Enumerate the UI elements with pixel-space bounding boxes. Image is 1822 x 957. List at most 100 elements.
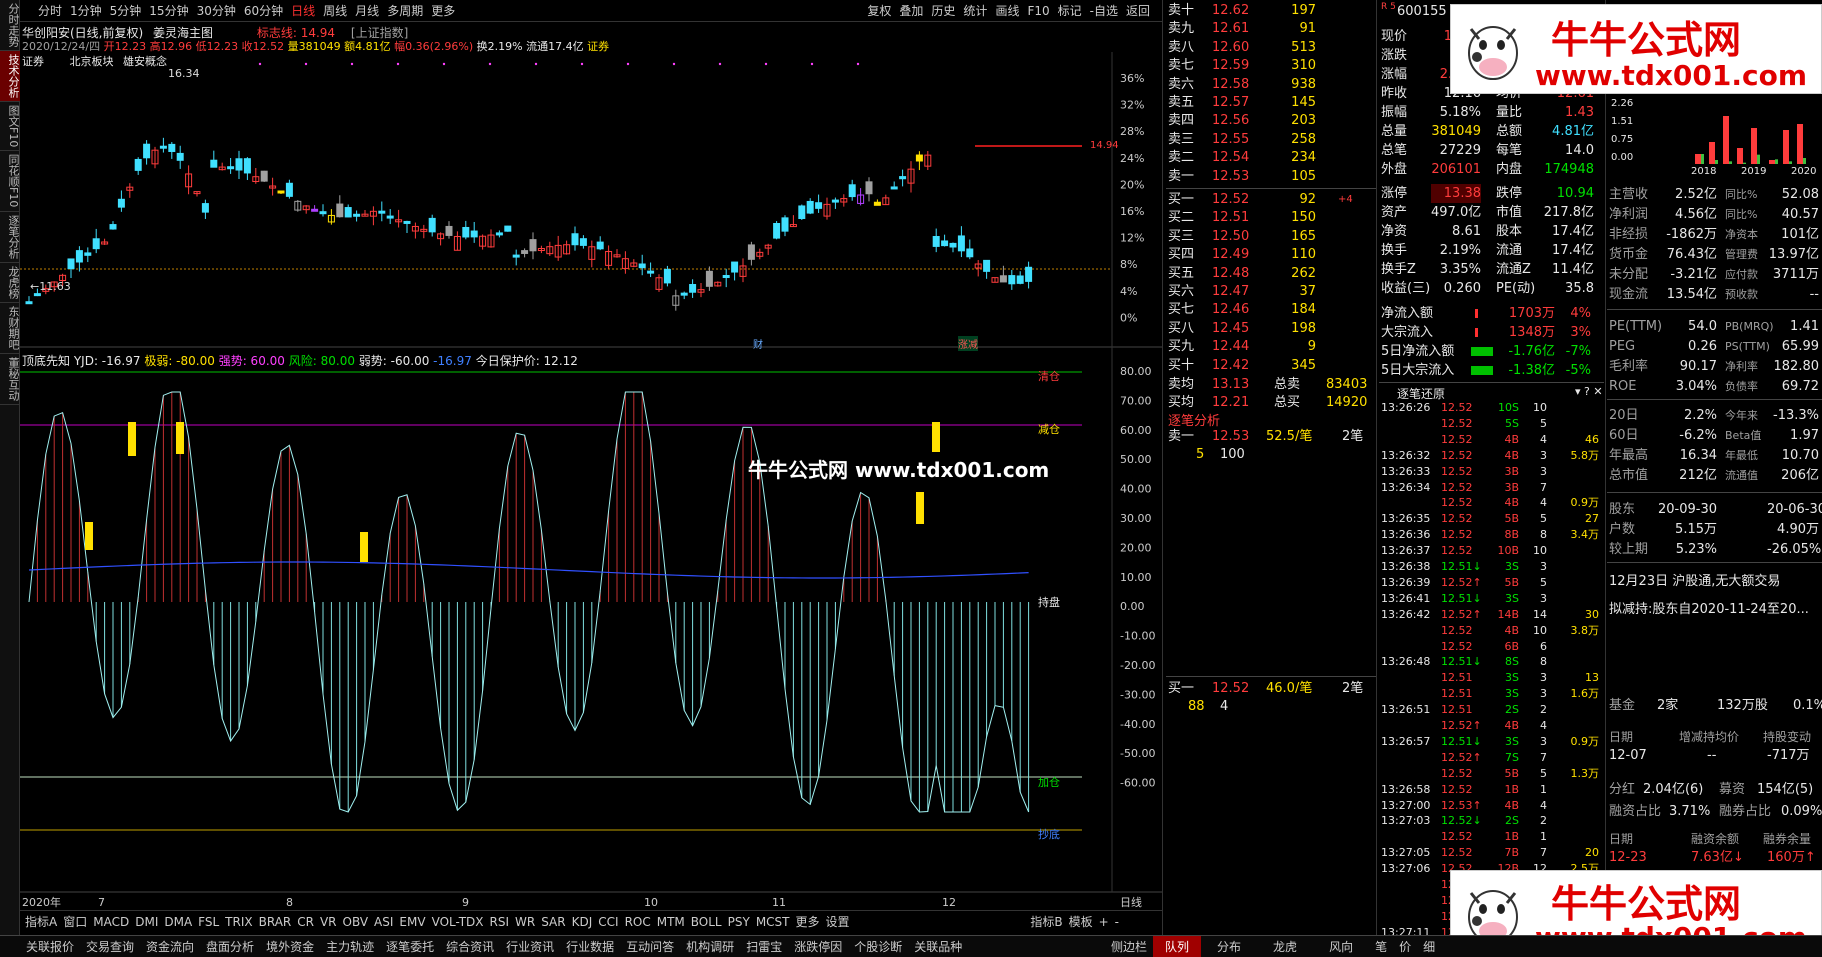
indicator-tab-12[interactable]: EMV xyxy=(396,911,428,933)
indicator-tab-right-2[interactable]: + xyxy=(1096,911,1112,933)
fin-label: ROE xyxy=(1609,379,1637,394)
indicator-tab-9[interactable]: VR xyxy=(317,911,340,933)
bottom-tab-7[interactable]: 综合资讯 xyxy=(440,936,500,957)
chart-area[interactable]: 华创阳安(日线,前复权) 姜灵海主图 标志线: 14.94 [上证指数] 202… xyxy=(20,22,1162,910)
period-tab-10[interactable]: 更多 xyxy=(427,0,459,22)
panel-menu-icon[interactable]: ▾ ? ✕ xyxy=(1575,385,1603,398)
bottom-right-tab-7[interactable]: 细 xyxy=(1417,936,1441,957)
right-price-label: 14.94 xyxy=(1090,140,1119,151)
left-tab-2[interactable]: 图文F10 xyxy=(0,102,20,152)
indicator-tab-7[interactable]: BRAR xyxy=(256,911,295,933)
indicator-tab-5[interactable]: FSL xyxy=(195,911,222,933)
indicator-tab-14[interactable]: RSI xyxy=(487,911,513,933)
buy-level: 买二 xyxy=(1168,210,1195,226)
indicator-tab-1[interactable]: 窗口 xyxy=(60,911,90,933)
tool-button-8[interactable]: 返回 xyxy=(1122,0,1154,22)
indicator-tab-8[interactable]: CR xyxy=(294,911,317,933)
tick-agg: 30 xyxy=(1585,607,1599,621)
indicator-tab-2[interactable]: MACD xyxy=(90,911,132,933)
bottom-tab-0[interactable]: 关联报价 xyxy=(20,936,80,957)
indicator-tab-right-0[interactable]: 指标B xyxy=(1027,911,1065,933)
buy-price: 12.50 xyxy=(1212,228,1250,244)
left-tab-7[interactable]: 董秘互动 xyxy=(0,354,20,405)
bottom-right-tab-0[interactable]: 侧边栏 xyxy=(1105,936,1153,957)
indicator-tab-21[interactable]: BOLL xyxy=(688,911,725,933)
fin-value: -6.2% xyxy=(1679,428,1717,443)
bottom-tab-8[interactable]: 行业资讯 xyxy=(500,936,560,957)
indicator-tab-25[interactable]: 设置 xyxy=(823,911,853,933)
indicator-tab-24[interactable]: 更多 xyxy=(793,911,823,933)
left-tab-3[interactable]: 同花顺F10 xyxy=(0,151,20,212)
period-tab-7[interactable]: 周线 xyxy=(319,0,351,22)
indicator-tab-20[interactable]: MTM xyxy=(654,911,688,933)
indicator-tab-18[interactable]: CCI xyxy=(595,911,621,933)
bottom-right-tab-3[interactable]: 龙虎 xyxy=(1257,936,1313,957)
news-item[interactable]: 12月23日 沪股通,无大额交易 xyxy=(1609,570,1780,589)
bottom-tab-11[interactable]: 机构调研 xyxy=(680,936,740,957)
indicator-tab-23[interactable]: MCST xyxy=(753,911,793,933)
period-tab-4[interactable]: 30分钟 xyxy=(193,0,240,22)
indicator-tab-right-1[interactable]: 模板 xyxy=(1066,911,1096,933)
period-tab-2[interactable]: 5分钟 xyxy=(106,0,146,22)
period-tab-8[interactable]: 月线 xyxy=(351,0,383,22)
indicator-tab-16[interactable]: SAR xyxy=(538,911,568,933)
tool-button-0[interactable]: 复权 xyxy=(863,0,895,22)
bottom-tab-5[interactable]: 主力轨迹 xyxy=(320,936,380,957)
bottom-tab-1[interactable]: 交易查询 xyxy=(80,936,140,957)
period-tab-5[interactable]: 60分钟 xyxy=(240,0,287,22)
tool-button-7[interactable]: -自选 xyxy=(1086,0,1122,22)
indicator-tab-11[interactable]: ASI xyxy=(371,911,396,933)
tool-button-1[interactable]: 叠加 xyxy=(895,0,927,22)
period-tab-3[interactable]: 15分钟 xyxy=(145,0,192,22)
candle-body xyxy=(848,184,856,198)
tool-button-5[interactable]: F10 xyxy=(1023,0,1053,22)
indicator-tab-22[interactable]: PSY xyxy=(725,911,753,933)
left-tab-6[interactable]: 东财期吧 xyxy=(0,303,20,354)
left-tab-1[interactable]: 技术分析 xyxy=(0,51,20,102)
fin-value: 69.72 xyxy=(1781,379,1819,394)
news-item[interactable]: 拟减持:股东自2020-11-24至20... xyxy=(1609,598,1809,617)
osc-axis-label: -10.00 xyxy=(1120,630,1155,643)
bottom-tab-6[interactable]: 逐笔委托 xyxy=(380,936,440,957)
indicator-tab-0[interactable]: 指标A xyxy=(22,911,60,933)
ad-title: 牛牛公式网 xyxy=(1551,18,1742,62)
buy1-detail: 88 4 xyxy=(1166,698,1376,716)
period-tab-1[interactable]: 1分钟 xyxy=(66,0,106,22)
tool-button-2[interactable]: 历史 xyxy=(927,0,959,22)
bottom-right-tab-4[interactable]: 风向 xyxy=(1313,936,1369,957)
indicator-tab-10[interactable]: OBV xyxy=(340,911,372,933)
indicator-tab-4[interactable]: DMA xyxy=(161,911,195,933)
indicator-tab-right-3[interactable]: - xyxy=(1112,911,1122,933)
tick-row: 13:27:00 12.53↑ 4B 4 xyxy=(1379,798,1604,814)
indicator-tab-17[interactable]: KDJ xyxy=(569,911,596,933)
bottom-tab-12[interactable]: 扫雷宝 xyxy=(740,936,788,957)
bottom-right-tab-1[interactable]: 队列 xyxy=(1153,936,1202,957)
tool-button-4[interactable]: 画线 xyxy=(991,0,1023,22)
bottom-tab-10[interactable]: 互动问答 xyxy=(620,936,680,957)
tool-button-3[interactable]: 统计 xyxy=(959,0,991,22)
indicator-tab-3[interactable]: DMI xyxy=(132,911,161,933)
bottom-tab-2[interactable]: 资金流向 xyxy=(140,936,200,957)
indicator-tab-19[interactable]: ROC xyxy=(622,911,654,933)
indicator-tab-13[interactable]: VOL-TDX xyxy=(429,911,487,933)
period-tab-0[interactable]: 分时 xyxy=(34,0,66,22)
buy-price: 12.52 xyxy=(1212,192,1250,207)
indicator-tab-6[interactable]: TRIX xyxy=(222,911,255,933)
bottom-right-tab-2[interactable]: 分布 xyxy=(1201,936,1257,957)
bottom-tab-14[interactable]: 个股诊断 xyxy=(848,936,908,957)
period-tab-6[interactable]: 日线 xyxy=(287,0,319,22)
bottom-tab-13[interactable]: 涨跌停因 xyxy=(788,936,848,957)
bottom-tab-3[interactable]: 盘面分析 xyxy=(200,936,260,957)
bottom-tab-15[interactable]: 关联品种 xyxy=(908,936,968,957)
left-tab-0[interactable]: 分时走势 xyxy=(0,0,20,51)
bottom-right-tab-6[interactable]: 价 xyxy=(1393,936,1417,957)
x-axis-right: 日线 xyxy=(1120,895,1142,909)
tool-button-6[interactable]: 标记 xyxy=(1054,0,1086,22)
indicator-tab-15[interactable]: WR xyxy=(512,911,538,933)
bottom-tab-4[interactable]: 境外资金 xyxy=(260,936,320,957)
bottom-tab-9[interactable]: 行业数据 xyxy=(560,936,620,957)
left-tab-4[interactable]: 逐笔分析 xyxy=(0,212,20,263)
bottom-right-tab-5[interactable]: 笔 xyxy=(1369,936,1393,957)
left-tab-5[interactable]: 龙虎榜 xyxy=(0,263,20,303)
period-tab-9[interactable]: 多周期 xyxy=(383,0,427,22)
